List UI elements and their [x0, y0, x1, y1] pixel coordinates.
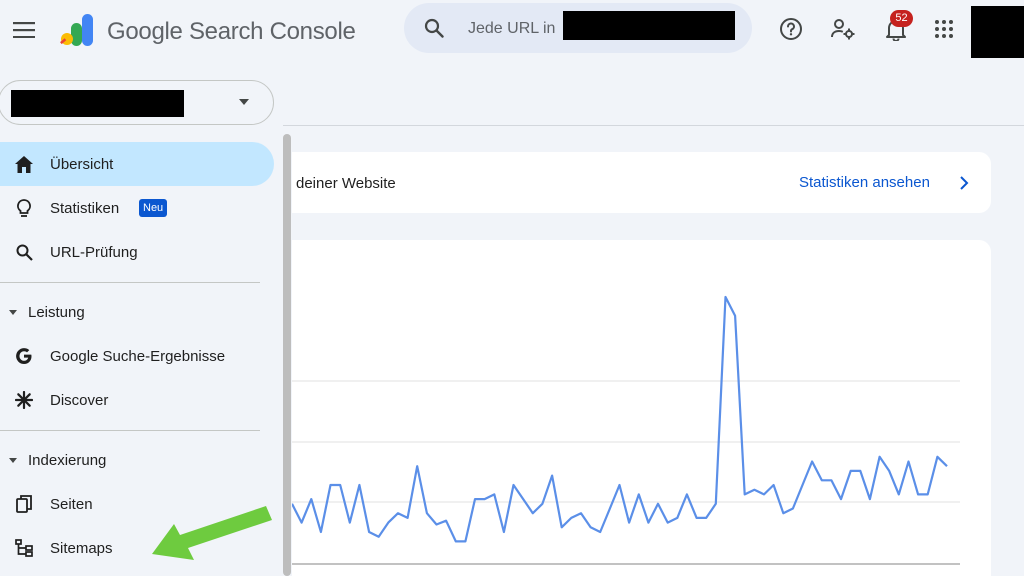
view-statistics-link[interactable]: Statistiken ansehen [799, 174, 930, 191]
green-arrow-annotation [152, 506, 272, 560]
caret-down-icon [239, 99, 249, 105]
lightbulb-icon [14, 198, 34, 218]
header-divider [283, 125, 1024, 126]
sidebar-divider [0, 282, 260, 283]
caret-down-icon [9, 310, 17, 315]
redacted-url [563, 11, 735, 40]
notification-badge: 52 [890, 10, 913, 27]
sidebar-item-label: Sitemaps [50, 539, 113, 557]
performance-chart-card [292, 240, 991, 576]
google-g-icon [14, 346, 34, 366]
sidebar-item-label: Discover [50, 391, 109, 409]
apps-grid-icon[interactable] [931, 16, 957, 42]
performance-line-chart [292, 295, 960, 565]
search-console-logo [60, 14, 93, 46]
sidebar-item-overview[interactable]: Übersicht [0, 142, 274, 186]
app-header: Google Search Console Jede URL in 52 [0, 0, 1024, 64]
section-label: Indexierung [28, 451, 107, 469]
sidebar-item-label: Google Suche-Ergebnisse [50, 347, 226, 365]
sidebar-item-label: URL-Prüfung [50, 243, 138, 261]
home-icon [14, 154, 34, 174]
help-icon[interactable] [778, 16, 804, 42]
series-line [292, 295, 948, 543]
sidebar-item-url-inspection[interactable]: URL-Prüfung [0, 230, 274, 274]
sidebar-item-label: Seiten [50, 495, 93, 513]
asterisk-icon [14, 390, 34, 410]
section-performance[interactable]: Leistung [0, 296, 274, 328]
sidebar-divider [0, 430, 260, 431]
redacted-property-name [11, 90, 184, 117]
sitemap-icon [14, 538, 34, 558]
menu-icon[interactable] [10, 16, 38, 44]
insights-text: deiner Website [296, 175, 396, 192]
search-icon [14, 242, 34, 262]
insights-card: deiner Website Statistiken ansehen [292, 152, 991, 213]
search-placeholder: Jede URL in [468, 20, 556, 37]
avatar[interactable] [971, 6, 1024, 58]
brand-title: Google Search Console [107, 18, 356, 45]
chevron-right-icon[interactable] [956, 174, 972, 192]
property-selector[interactable] [0, 80, 274, 125]
pages-copy-icon [14, 494, 34, 514]
new-badge: Neu [139, 199, 168, 217]
sidebar-item-statistics[interactable]: Statistiken Neu [0, 186, 274, 230]
sidebar-item-search-results[interactable]: Google Suche-Ergebnisse [0, 334, 274, 378]
search-icon [424, 18, 444, 38]
sidebar-item-discover[interactable]: Discover [0, 378, 274, 422]
sidebar-item-label: Statistiken [50, 199, 120, 217]
section-label: Leistung [28, 303, 85, 321]
caret-down-icon [9, 458, 17, 463]
manage-accounts-icon[interactable] [830, 16, 856, 42]
sidebar-scrollbar[interactable] [283, 134, 291, 576]
section-indexing[interactable]: Indexierung [0, 444, 274, 476]
sidebar-item-label: Übersicht [50, 155, 114, 173]
